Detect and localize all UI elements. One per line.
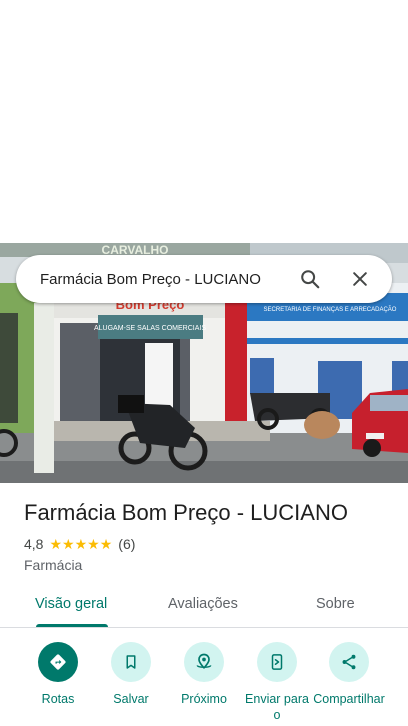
star-icon: ★ xyxy=(99,536,113,552)
directions-button[interactable]: Rotas xyxy=(21,642,95,707)
send-to-phone-label: Enviar para o xyxy=(245,692,309,722)
map-area-blank xyxy=(0,0,408,243)
nearby-icon xyxy=(196,653,212,670)
send-to-phone-button[interactable]: Enviar para o xyxy=(240,642,314,723)
place-title: Farmácia Bom Preço - LUCIANO xyxy=(24,500,348,525)
rating-value: 4,8 xyxy=(24,536,44,552)
share-button[interactable]: Compartilhar xyxy=(312,642,386,707)
send-to-phone-icon xyxy=(271,654,283,670)
place-category: Farmácia xyxy=(24,557,83,573)
directions-label: Rotas xyxy=(41,692,75,706)
nearby-label: Próximo xyxy=(181,692,227,706)
place-tabs: Visão geral Avaliações Sobre xyxy=(0,584,408,628)
rating-stars: ★ ★ ★ ★ ★ xyxy=(49,537,112,551)
bookmark-icon xyxy=(126,655,136,669)
review-count[interactable]: (6) xyxy=(118,536,135,552)
search-icon[interactable] xyxy=(292,261,328,297)
tab-overview[interactable]: Visão geral xyxy=(35,596,107,612)
star-icon: ★ xyxy=(49,536,63,552)
star-icon: ★ xyxy=(87,536,100,552)
save-label: Salvar xyxy=(113,692,149,706)
star-icon: ★ xyxy=(74,536,88,552)
tab-reviews[interactable]: Avaliações xyxy=(168,596,238,612)
photo-right-sign: SECRETARIA DE FINANÇAS E ARRECADAÇÃO xyxy=(264,306,397,313)
nearby-button[interactable]: Próximo xyxy=(167,642,241,707)
active-tab-indicator xyxy=(36,624,108,627)
rating-row[interactable]: 4,8 ★ ★ ★ ★ ★ (6) xyxy=(24,536,135,552)
star-icon: ★ xyxy=(62,536,75,552)
tab-about[interactable]: Sobre xyxy=(316,596,355,612)
directions-icon xyxy=(50,654,66,670)
action-buttons: Rotas Salvar Próximo Enviar para o Compa… xyxy=(0,640,408,726)
share-label: Compartilhar xyxy=(313,692,385,706)
search-query-text[interactable]: Farmácia Bom Preço - LUCIANO xyxy=(40,271,292,288)
photo-banner-text: ALUGAM-SE SALAS COMERCIAIS xyxy=(94,325,206,332)
search-bar[interactable]: Farmácia Bom Preço - LUCIANO xyxy=(16,255,392,303)
share-icon xyxy=(342,654,356,670)
close-icon[interactable] xyxy=(342,261,378,297)
save-button[interactable]: Salvar xyxy=(94,642,168,707)
